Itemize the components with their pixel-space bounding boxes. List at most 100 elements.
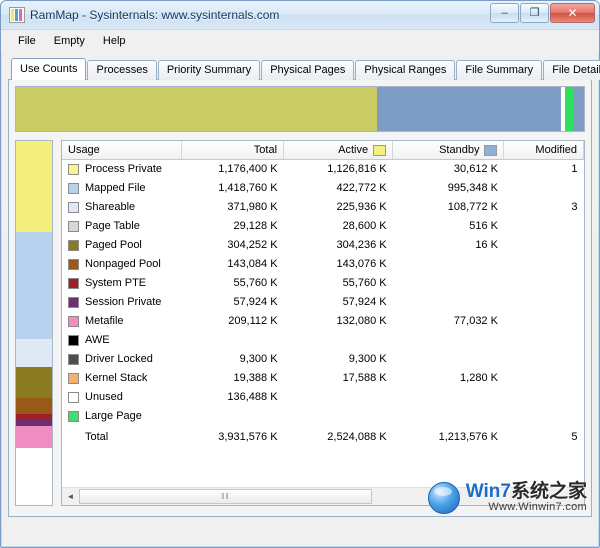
active-color-swatch	[373, 144, 387, 156]
table-row[interactable]: Metafile 209,112 K 132,080 K 77,032 K	[62, 312, 584, 331]
row-color-swatch	[68, 372, 79, 384]
row-modified-value	[504, 312, 584, 331]
row-active-value: 28,600 K	[342, 220, 387, 232]
strip-segment-process-private	[16, 141, 52, 232]
menu-item-file[interactable]: File	[9, 33, 45, 49]
row-active-value: 57,924 K	[342, 296, 387, 308]
row-standby-value	[393, 350, 504, 369]
minimize-icon: –	[501, 7, 508, 19]
table-row[interactable]: Mapped File 1,418,760 K 422,772 K 995,348 K	[62, 179, 584, 198]
tab-file-summary[interactable]: File Summary	[456, 60, 543, 80]
tab-priority-summary[interactable]: Priority Summary	[157, 60, 261, 80]
table-body: Process Private 1,176,400 K 1,126,816 K 30,…	[62, 160, 584, 445]
summary-segment-tail	[572, 87, 584, 131]
table-row[interactable]: Large Page	[62, 407, 584, 426]
column-label-standby: Standby	[439, 144, 480, 156]
menu-item-empty[interactable]: Empty	[45, 33, 94, 49]
strip-segment-unused	[16, 448, 52, 505]
row-total-value: 136,488 K	[227, 391, 278, 403]
maximize-button[interactable]: ❐	[520, 3, 549, 23]
strip-segment-metafile	[16, 426, 52, 449]
watermark-prefix: Win7	[465, 481, 511, 503]
row-usage-label: AWE	[62, 331, 181, 350]
summary-segment-standby	[376, 87, 562, 131]
row-total-value: 55,760 K	[233, 277, 278, 289]
row-total-value: 19,388 K	[233, 372, 278, 384]
row-usage-text: Metafile	[85, 315, 124, 327]
row-active-value	[284, 388, 393, 407]
row-standby-value: 16 K	[475, 239, 498, 251]
table-row[interactable]: Paged Pool 304,252 K 304,236 K 16 K	[62, 236, 584, 255]
scroll-left-icon[interactable]: ◄	[62, 488, 79, 505]
row-total-value: 371,980 K	[227, 201, 278, 213]
tab-physical-ranges[interactable]: Physical Ranges	[355, 60, 456, 80]
row-active-value: 132,080 K	[336, 315, 387, 327]
tab-physical-pages[interactable]: Physical Pages	[261, 60, 355, 80]
menu-item-help[interactable]: Help	[94, 33, 135, 49]
column-label-total: Total	[253, 144, 278, 156]
window-controls: – ❐ ✕	[489, 3, 595, 23]
watermark-title: Win7系统之家	[466, 482, 587, 502]
table-row[interactable]: Process Private 1,176,400 K 1,126,816 K 30,…	[62, 160, 584, 179]
column-header-total[interactable]: Total	[181, 141, 285, 160]
row-modified-value	[504, 179, 584, 198]
row-total-value: 304,252 K	[227, 239, 278, 251]
row-color-swatch	[68, 315, 79, 327]
scrollbar-thumb[interactable]: ‖‖	[79, 489, 372, 504]
row-usage-text: Kernel Stack	[85, 372, 148, 384]
summary-segment-process-private	[16, 87, 377, 131]
tab-strip: Use Counts Processes Priority Summary Ph…	[8, 58, 600, 80]
row-modified-value: 3	[571, 201, 578, 213]
row-color-swatch	[68, 239, 79, 251]
table-row[interactable]: Shareable 371,980 K 225,936 K 108,772 K 3	[62, 198, 584, 217]
tab-processes[interactable]: Processes	[87, 60, 157, 80]
row-usage-text: Page Table	[85, 220, 140, 232]
row-standby-value	[393, 407, 504, 426]
row-standby-value	[393, 274, 504, 293]
table-row[interactable]: Driver Locked 9,300 K 9,300 K	[62, 350, 584, 369]
row-modified-value: 1	[571, 163, 578, 176]
row-color-swatch	[68, 163, 79, 175]
row-usage-text: Mapped File	[85, 182, 146, 194]
row-total-value: 143,084 K	[227, 258, 278, 270]
table-row[interactable]: System PTE 55,760 K 55,760 K	[62, 274, 584, 293]
table-row[interactable]: Session Private 57,924 K 57,924 K	[62, 293, 584, 312]
window-title: RamMap - Sysinternals: www.sysinternals.…	[30, 8, 280, 22]
tab-use-counts[interactable]: Use Counts	[11, 58, 87, 80]
row-color-swatch	[68, 410, 79, 422]
row-color-swatch	[68, 258, 79, 270]
minimize-button[interactable]: –	[490, 3, 519, 23]
column-header-usage[interactable]: Usage	[62, 141, 182, 160]
total-standby-value: 1,213,576 K	[438, 430, 498, 443]
row-standby-value	[393, 293, 504, 312]
table-total-row: Total 3,931,576 K 2,524,088 K 1,213,576 K 5	[62, 426, 584, 445]
row-usage-text: Unused	[85, 391, 123, 403]
row-active-value: 422,772 K	[336, 182, 387, 194]
strip-segment-paged-pool	[16, 366, 52, 398]
row-total-value: 209,112 K	[228, 315, 278, 327]
watermark-orb-icon	[427, 482, 460, 514]
close-button[interactable]: ✕	[550, 3, 595, 23]
watermark: Win7系统之家 Www.Winwin7.com	[427, 482, 587, 514]
column-header-standby[interactable]: Standby	[392, 141, 505, 160]
column-header-modified[interactable]: Modified	[503, 141, 584, 160]
row-usage-label: Driver Locked	[62, 350, 181, 369]
row-modified-value	[504, 350, 584, 369]
table-row[interactable]: Unused 136,488 K	[62, 388, 584, 407]
row-color-swatch	[68, 277, 79, 289]
row-color-swatch	[68, 182, 79, 194]
tab-file-details[interactable]: File Details	[543, 60, 600, 80]
table-row[interactable]: AWE	[62, 331, 584, 350]
row-usage-text: AWE	[85, 334, 110, 346]
table-row[interactable]: Kernel Stack 19,388 K 17,588 K 1,280 K	[62, 369, 584, 388]
table-row[interactable]: Page Table 29,128 K 28,600 K 516 K	[62, 217, 584, 236]
column-header-active[interactable]: Active	[283, 141, 394, 160]
watermark-url: Www.Winwin7.com	[488, 501, 587, 514]
table-row[interactable]: Nonpaged Pool 143,084 K 143,076 K	[62, 255, 584, 274]
row-standby-value: 30,612 K	[453, 163, 498, 176]
column-label-modified: Modified	[535, 144, 577, 156]
row-color-swatch	[68, 296, 79, 308]
watermark-text: Win7系统之家 Www.Winwin7.com	[466, 482, 587, 513]
row-usage-label: Large Page	[62, 407, 181, 426]
row-total-value: 1,418,760 K	[218, 182, 278, 194]
